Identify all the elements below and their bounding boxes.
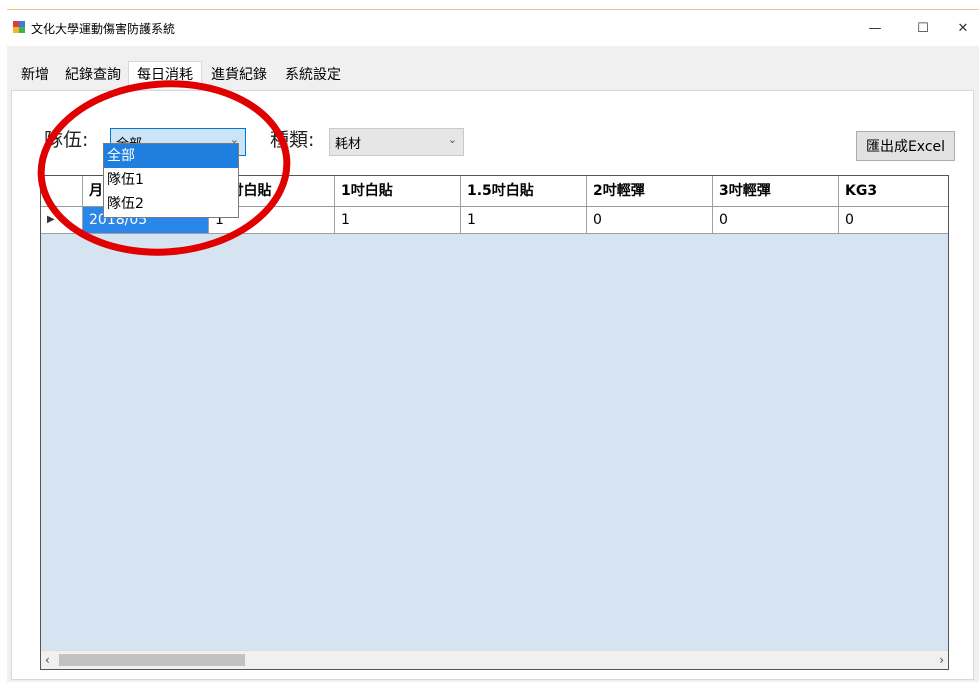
type-select-value: 耗材	[335, 136, 362, 152]
row-header-corner	[41, 176, 83, 206]
title-bar: 文化大學運動傷害防護系統 — ☐ ✕	[7, 10, 979, 46]
column-header[interactable]: 1吋白貼	[335, 176, 461, 206]
dropdown-option[interactable]: 隊伍2	[104, 192, 238, 216]
close-button[interactable]: ✕	[947, 14, 979, 42]
chevron-down-icon: ⌄	[447, 133, 457, 146]
column-header[interactable]: 2吋輕彈	[587, 176, 713, 206]
horizontal-scrollbar[interactable]: ‹ ›	[41, 650, 948, 669]
scroll-right-icon[interactable]: ›	[939, 651, 944, 669]
tab-purchase-records[interactable]: 進貨紀錄	[205, 63, 273, 87]
row-marker-icon: ▶	[41, 207, 83, 233]
column-header[interactable]: KG3	[839, 176, 948, 206]
app-window: 文化大學運動傷害防護系統 — ☐ ✕ 新增 紀錄查詢 每日消耗 進貨紀錄 系統設…	[7, 9, 979, 682]
tab-system-settings[interactable]: 系統設定	[277, 63, 349, 87]
minimize-button[interactable]: —	[855, 14, 895, 42]
window-title: 文化大學運動傷害防護系統	[31, 22, 176, 36]
export-excel-button[interactable]: 匯出成Excel	[856, 131, 955, 161]
table-cell[interactable]: 1	[335, 207, 461, 233]
scroll-left-icon[interactable]: ‹	[45, 651, 50, 669]
data-grid[interactable]: 月份 ½吋白貼 1吋白貼 1.5吋白貼 2吋輕彈 3吋輕彈 KG3 ▶ 2018…	[40, 175, 949, 670]
column-header[interactable]: 1.5吋白貼	[461, 176, 587, 206]
table-cell[interactable]: 0	[587, 207, 713, 233]
minimize-icon: —	[868, 20, 882, 36]
type-select[interactable]: 耗材 ⌄	[329, 128, 464, 156]
team-label: 隊伍:	[44, 129, 89, 151]
scrollbar-thumb[interactable]	[59, 654, 245, 666]
tab-daily-consumption[interactable]: 每日消耗	[128, 61, 202, 89]
team-dropdown-list: 全部 隊伍1 隊伍2	[103, 143, 239, 218]
type-label: 種類:	[270, 129, 315, 151]
table-cell[interactable]: 0	[713, 207, 839, 233]
table-cell[interactable]: 1	[461, 207, 587, 233]
maximize-button[interactable]: ☐	[903, 14, 943, 42]
column-header[interactable]: 3吋輕彈	[713, 176, 839, 206]
close-icon: ✕	[957, 20, 969, 36]
table-cell[interactable]: 0	[839, 207, 948, 233]
dropdown-option[interactable]: 隊伍1	[104, 168, 238, 192]
maximize-icon: ☐	[917, 20, 929, 36]
dropdown-option[interactable]: 全部	[104, 144, 238, 168]
tab-record-query[interactable]: 紀錄查詢	[59, 63, 127, 87]
tab-add[interactable]: 新增	[16, 63, 54, 87]
app-icon	[13, 21, 25, 33]
